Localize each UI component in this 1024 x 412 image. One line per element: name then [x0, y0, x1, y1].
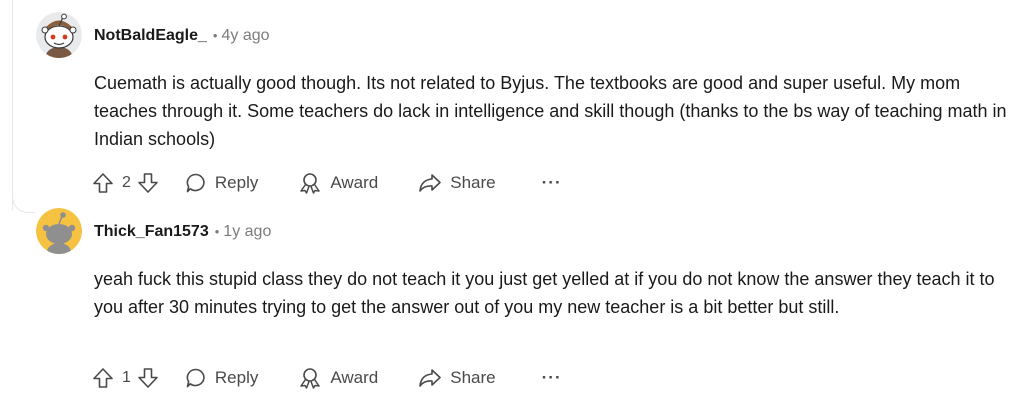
speech-bubble-icon [186, 368, 205, 388]
comment-actions: 2 Reply Award Share ··· [92, 168, 562, 198]
downvote-button[interactable] [137, 172, 159, 194]
comment-actions: 1 Reply Award Share ··· [92, 363, 562, 393]
snoo-avatar-icon [36, 208, 82, 254]
reply-button[interactable]: Reply [185, 367, 258, 389]
comment-body: yeah fuck this stupid class they do not … [94, 269, 995, 317]
reply-label: Reply [214, 173, 259, 192]
thread-connector [12, 190, 35, 213]
comment-meta: NotBaldEagle_ • 4y ago [94, 26, 270, 46]
share-label: Share [450, 173, 496, 192]
meta-separator: • [212, 28, 218, 43]
comment-body: Cuemath is actually good though. Its not… [94, 73, 1007, 149]
upvote-arrow-icon [93, 368, 113, 388]
downvote-arrow-icon [138, 368, 158, 388]
vote-count: 1 [122, 369, 131, 386]
comment-meta: Thick_Fan1573 • 1y ago [94, 222, 271, 242]
award-label: Award [330, 173, 379, 192]
upvote-button[interactable] [92, 367, 114, 389]
award-icon [300, 173, 321, 194]
upvote-arrow-icon [93, 173, 113, 193]
vote-count: 2 [122, 174, 131, 191]
upvote-button[interactable] [92, 172, 114, 194]
username[interactable]: Thick_Fan1573 [94, 223, 209, 240]
award-button[interactable]: Award [298, 367, 378, 389]
share-label: Share [450, 368, 496, 387]
thread-line[interactable] [12, 0, 13, 210]
snoo-avatar-icon [36, 12, 82, 58]
meta-separator: • [214, 224, 220, 239]
share-arrow-icon [419, 369, 442, 387]
award-button[interactable]: Award [298, 172, 378, 194]
award-icon [300, 368, 321, 389]
downvote-arrow-icon [138, 173, 158, 193]
speech-bubble-icon [186, 173, 205, 193]
more-options-button[interactable]: ··· [542, 173, 562, 193]
award-label: Award [330, 368, 379, 387]
share-arrow-icon [419, 174, 442, 192]
user-avatar[interactable] [36, 12, 82, 58]
user-avatar[interactable] [36, 208, 82, 254]
reply-label: Reply [214, 368, 259, 387]
reply-button[interactable]: Reply [185, 172, 258, 194]
share-button[interactable]: Share [418, 172, 496, 194]
downvote-button[interactable] [137, 367, 159, 389]
comment-age[interactable]: 1y ago [223, 223, 271, 240]
comment-age[interactable]: 4y ago [221, 27, 269, 44]
share-button[interactable]: Share [418, 367, 496, 389]
username[interactable]: NotBaldEagle_ [94, 27, 207, 44]
more-options-button[interactable]: ··· [542, 368, 562, 388]
